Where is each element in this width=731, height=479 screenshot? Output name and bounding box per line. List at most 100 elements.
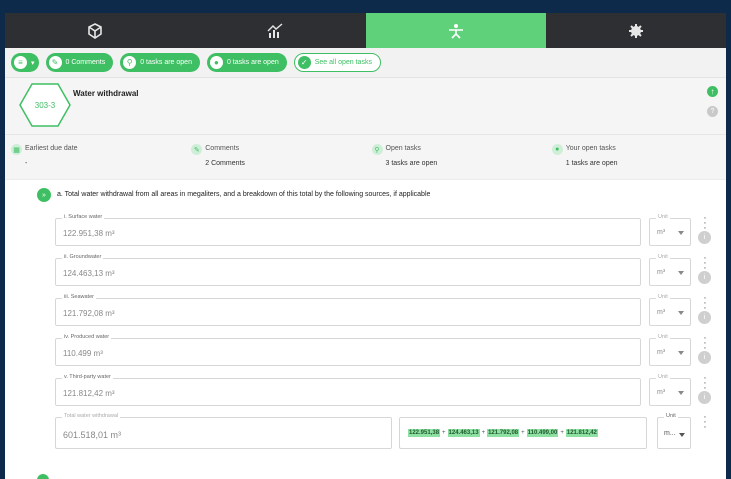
more-options-icon[interactable]: · · · xyxy=(702,293,708,314)
row-groundwater: ii. Groundwater 124.463,13 m³ Unit m³ · ·… xyxy=(5,253,726,286)
calculation-formula: 122.951,38 + 124.463,13 + 121.792,08 + 1… xyxy=(399,417,647,449)
row-total-water-withdrawal: Total water withdrawal 601.518,01 m³ 122… xyxy=(5,412,726,453)
filter-pill[interactable]: ≡ ▾ xyxy=(11,53,39,72)
comments-pill[interactable]: ✎ 0 Comments xyxy=(45,53,114,72)
info-icon[interactable]: i xyxy=(698,231,711,244)
stat-open-tasks: ⚲ Open tasks 3 tasks are open xyxy=(366,135,546,179)
chevron-down-icon xyxy=(679,433,685,437)
unit-label: Unit xyxy=(656,254,670,260)
tasks-list-icon: ✓ xyxy=(297,56,311,69)
field-label: v. Third-party water xyxy=(62,374,113,380)
person-icon xyxy=(448,23,463,39)
user-task-icon: ● xyxy=(551,144,563,155)
stat-label: Earliest due date xyxy=(25,145,78,152)
arrow-up-icon[interactable]: ↑ xyxy=(707,86,718,97)
unit-label: Unit xyxy=(664,413,678,419)
help-icon[interactable]: ? xyxy=(707,106,718,117)
chevron-down-icon xyxy=(678,391,684,395)
cog-icon xyxy=(628,23,643,38)
tab-settings[interactable] xyxy=(546,13,726,48)
user-task-icon: ● xyxy=(209,56,223,69)
info-icon[interactable]: i xyxy=(698,351,711,364)
top-navigation xyxy=(5,13,726,48)
third-party-water-field[interactable]: v. Third-party water 121.812,42 m³ xyxy=(55,374,641,406)
info-icon[interactable]: i xyxy=(698,311,711,324)
question-text: a. Total water withdrawal from all areas… xyxy=(57,191,431,198)
field-label: iii. Seawater xyxy=(62,294,96,300)
tab-growth[interactable] xyxy=(185,13,365,48)
field-value: 121.792,08 m³ xyxy=(63,309,115,318)
unit-value: m³ xyxy=(657,269,666,276)
unit-select[interactable]: Unit m³ xyxy=(649,214,691,246)
produced-water-field[interactable]: iv. Produced water 110.499 m³ xyxy=(55,334,641,366)
disclosure-title: Water withdrawal xyxy=(73,89,139,98)
more-options-icon[interactable]: · · · xyxy=(702,412,708,433)
unit-select[interactable]: Unit m³ xyxy=(649,254,691,286)
filter-icon: ≡ xyxy=(14,56,27,69)
seawater-field[interactable]: iii. Seawater 121.792,08 m³ xyxy=(55,294,641,326)
info-icon[interactable]: i xyxy=(698,391,711,404)
formula-operator: + xyxy=(521,430,525,436)
unit-select[interactable]: Unit m³ xyxy=(649,374,691,406)
status-pill-bar: ≡ ▾ ✎ 0 Comments ⚲ 0 tasks are open ● 0 … xyxy=(5,48,726,78)
stats-bar: ▦ Earliest due date - ✎ Comments 2 Comme… xyxy=(5,135,726,180)
disclosure-code: 303-3 xyxy=(34,100,56,110)
field-label: iv. Produced water xyxy=(62,334,112,340)
row-surface-water: i. Surface water 122.951,38 m³ Unit m³ ·… xyxy=(5,213,726,246)
unit-label: Unit xyxy=(656,294,670,300)
cube-icon xyxy=(88,22,102,39)
more-options-icon[interactable]: · · · xyxy=(702,253,708,274)
unit-value: m³ xyxy=(657,389,666,396)
app-frame: ≡ ▾ ✎ 0 Comments ⚲ 0 tasks are open ● 0 … xyxy=(5,13,726,479)
more-options-icon[interactable]: · · · xyxy=(702,213,708,234)
unit-value: m³ xyxy=(657,229,666,236)
stat-your-open-tasks: ● Your open tasks 1 tasks are open xyxy=(546,135,726,179)
unit-value: m... xyxy=(664,430,676,437)
unit-label: Unit xyxy=(656,334,670,340)
formula-term: 124.463,13 xyxy=(447,429,480,437)
field-label: ii. Groundwater xyxy=(62,254,104,260)
see-all-tasks-label: See all open tasks xyxy=(314,59,372,66)
pin-icon: ⚲ xyxy=(371,144,383,155)
unit-select[interactable]: Unit m³ xyxy=(649,334,691,366)
formula-operator: + xyxy=(560,430,564,436)
surface-water-field[interactable]: i. Surface water 122.951,38 m³ xyxy=(55,214,641,246)
more-options-icon[interactable]: · · · xyxy=(702,373,708,394)
formula-operator: + xyxy=(481,430,486,436)
field-value: 124.463,13 m³ xyxy=(63,269,115,278)
field-value: 121.812,42 m³ xyxy=(63,389,115,398)
tasks-pill-2[interactable]: ● 0 tasks are open xyxy=(206,53,287,72)
formula-term: 122.951,38 xyxy=(408,429,441,437)
see-all-tasks-button[interactable]: ✓ See all open tasks xyxy=(293,53,381,72)
field-value: 601.518,01 m³ xyxy=(63,430,122,440)
stat-value: 3 tasks are open xyxy=(385,160,438,167)
formula-term: 121.812,42 xyxy=(565,429,598,437)
growth-chart-icon xyxy=(267,22,283,38)
row-seawater: iii. Seawater 121.792,08 m³ Unit m³ · · · … xyxy=(5,293,726,326)
total-unit-select[interactable]: Unit m... xyxy=(657,413,691,449)
stat-label: Comments xyxy=(205,145,240,152)
tasks-pill-1[interactable]: ⚲ 0 tasks are open xyxy=(120,53,200,72)
unit-label: Unit xyxy=(656,374,670,380)
field-label: i. Surface water xyxy=(62,214,105,220)
unit-value: m³ xyxy=(657,349,666,356)
formula-term: 121.792,08 xyxy=(487,429,520,437)
chevron-down-icon xyxy=(678,351,684,355)
tasks-pill-2-label: 0 tasks are open xyxy=(226,59,279,66)
question-status-icon[interactable]: » xyxy=(37,188,51,202)
groundwater-field[interactable]: ii. Groundwater 124.463,13 m³ xyxy=(55,254,641,286)
row-third-party-water: v. Third-party water 121.812,42 m³ Unit … xyxy=(5,373,726,406)
stat-due-date: ▦ Earliest due date - xyxy=(5,135,185,179)
next-question-icon[interactable] xyxy=(37,474,49,479)
info-icon[interactable]: i xyxy=(698,271,711,284)
unit-select[interactable]: Unit m³ xyxy=(649,294,691,326)
stat-comments: ✎ Comments 2 Comments xyxy=(185,135,365,179)
tab-social[interactable] xyxy=(365,13,546,48)
total-water-withdrawal-field[interactable]: Total water withdrawal 601.518,01 m³ xyxy=(55,413,392,449)
comment-icon: ✎ xyxy=(48,56,62,69)
field-value: 122.951,38 m³ xyxy=(63,229,115,238)
stat-value: 1 tasks are open xyxy=(565,160,618,167)
tab-cube[interactable] xyxy=(5,13,185,48)
tasks-pill-1-label: 0 tasks are open xyxy=(140,59,192,66)
more-options-icon[interactable]: · · · xyxy=(702,333,708,354)
